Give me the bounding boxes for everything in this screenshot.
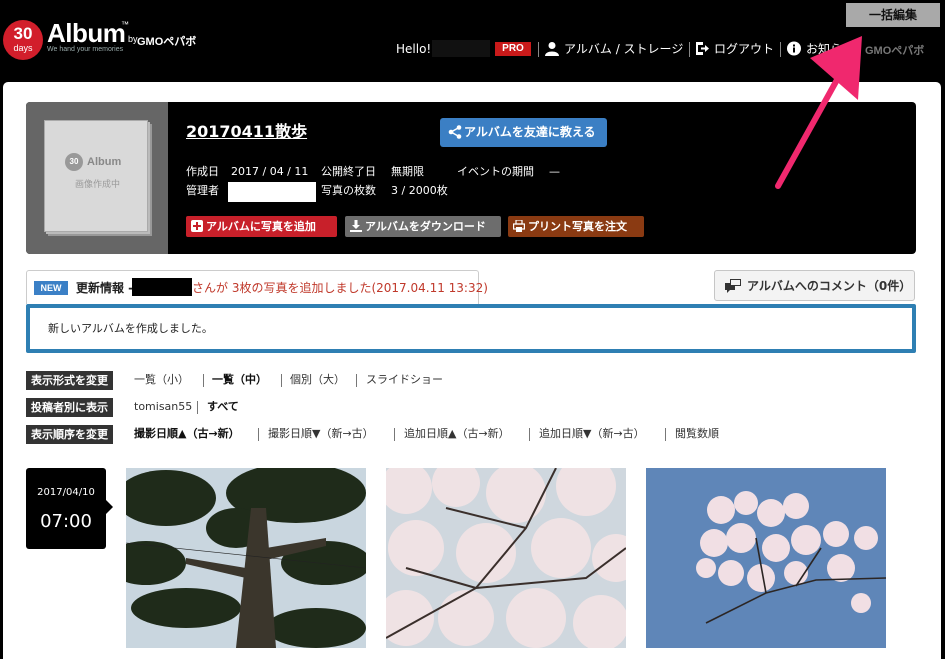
- sort-view-count[interactable]: 閲覧数順: [675, 427, 719, 441]
- download-icon: [350, 220, 362, 232]
- option-divider: [529, 428, 530, 441]
- share-button-label: アルバムを友達に教える: [464, 125, 596, 139]
- album-cover[interactable]: 30 Album 画像作成中: [44, 120, 148, 232]
- public-end-label: 公開終了日: [321, 165, 376, 178]
- photo-count-label: 写真の枚数: [321, 184, 376, 197]
- add-photos-button[interactable]: アルバムに写真を追加: [186, 216, 337, 237]
- order-prints-button[interactable]: プリント写真を注文: [508, 216, 644, 237]
- option-divider: [197, 401, 198, 414]
- logo-days-word: days: [13, 43, 33, 53]
- hello-text: Hello!: [396, 42, 432, 56]
- update-info-label: 更新情報 -: [76, 281, 134, 295]
- event-period-label: イベントの期間: [457, 165, 534, 178]
- timeline-pointer: [106, 500, 113, 514]
- bulk-edit-button[interactable]: 一括編集: [846, 3, 940, 27]
- comments-icon: [725, 279, 741, 293]
- sort-shot-date-asc[interactable]: 撮影日順▲（古→新）: [134, 427, 240, 441]
- photo-thumbnail-cherry-2[interactable]: [646, 468, 886, 648]
- by-poster-label: 投稿者別に表示: [26, 398, 113, 417]
- admin-label: 管理者: [186, 184, 219, 197]
- option-divider: [356, 374, 357, 387]
- username-redacted: [432, 40, 490, 57]
- poster-tomisan55[interactable]: tomisan55: [134, 400, 192, 414]
- timeline-time: 07:00: [40, 511, 92, 532]
- logo-days-number: 30: [13, 24, 33, 43]
- sort-shot-date-desc[interactable]: 撮影日順▼（新→古）: [268, 427, 374, 441]
- option-divider: [394, 428, 395, 441]
- highlight-arrow-icon: [775, 36, 862, 189]
- album-comments-button[interactable]: アルバムへのコメント（0件）: [714, 270, 915, 301]
- photo-cherry-2-image: [646, 468, 886, 648]
- sort-added-date-desc[interactable]: 追加日順▼（新→古）: [539, 427, 645, 441]
- logo-company: GMOペパボ: [137, 36, 197, 48]
- download-album-label: アルバムをダウンロード: [365, 220, 486, 233]
- nav-logout[interactable]: ログアウト: [714, 40, 774, 58]
- photo-count-value: 3 / 2000枚: [391, 184, 448, 197]
- nav-album-storage[interactable]: アルバム / ストレージ: [564, 40, 683, 58]
- cover-logo-badge: 30: [65, 153, 83, 171]
- nav-divider: [689, 42, 690, 57]
- share-with-friends-button[interactable]: アルバムを友達に教える: [440, 118, 607, 147]
- cover-subtitle: 画像作成中: [75, 180, 121, 190]
- display-format-label: 表示形式を変更: [26, 371, 113, 390]
- user-icon: [545, 42, 559, 56]
- logout-icon: [696, 42, 709, 55]
- logo-tagline: We hand your memories: [47, 46, 124, 53]
- logo-wordmark[interactable]: Album: [47, 18, 126, 48]
- pro-badge: PRO: [495, 42, 531, 56]
- sort-order-label: 表示順序を変更: [26, 425, 113, 444]
- display-list-medium[interactable]: 一覧（中）: [212, 373, 267, 387]
- display-individual-large[interactable]: 個別（大）: [290, 373, 345, 387]
- option-divider: [281, 374, 282, 387]
- display-list-small[interactable]: 一覧（小）: [134, 373, 189, 387]
- printer-icon: [513, 220, 525, 232]
- update-user-redacted: [132, 278, 192, 296]
- download-album-button[interactable]: アルバムをダウンロード: [345, 216, 501, 237]
- update-message: 新しいアルバムを作成しました。: [48, 322, 213, 335]
- update-message-box: 新しいアルバムを作成しました。: [26, 304, 916, 353]
- album-title[interactable]: 20170411散歩: [186, 122, 307, 142]
- timeline-date: 2017/04/10: [37, 487, 95, 498]
- album-comments-label: アルバムへのコメント（0件）: [747, 279, 912, 293]
- display-slideshow[interactable]: スライドショー: [366, 373, 443, 387]
- logo-badge[interactable]: 30 days: [3, 20, 43, 60]
- created-value: 2017 / 04 / 11: [231, 165, 309, 178]
- photo-thumbnail-cherry-1[interactable]: [386, 468, 626, 648]
- cover-logo: 30 Album: [65, 153, 127, 171]
- option-divider: [665, 428, 666, 441]
- option-divider: [258, 428, 259, 441]
- timeline-date-card: 2017/04/10 07:00: [26, 468, 106, 549]
- new-badge: NEW: [34, 281, 68, 295]
- update-info-text[interactable]: さんが 3枚の写真を追加しました(2017.04.11 13:32): [192, 280, 488, 296]
- public-end-value: 無期限: [391, 165, 424, 178]
- photo-cherry-1-image: [386, 468, 626, 648]
- add-photos-label: アルバムに写真を追加: [206, 220, 316, 233]
- sort-added-date-asc[interactable]: 追加日順▲（古→新）: [404, 427, 510, 441]
- option-divider: [203, 374, 204, 387]
- plus-icon: [191, 220, 203, 232]
- cover-logo-word: Album: [87, 156, 122, 168]
- event-period-value: —: [549, 165, 560, 178]
- nav-divider: [538, 42, 539, 57]
- created-label: 作成日: [186, 165, 219, 178]
- poster-all[interactable]: すべて: [207, 400, 239, 414]
- admin-name-redacted: [228, 182, 316, 202]
- photo-thumbnail-pine[interactable]: [126, 468, 366, 648]
- order-prints-label: プリント写真を注文: [528, 220, 627, 233]
- photo-pine-image: [126, 468, 366, 648]
- share-icon: [448, 125, 462, 139]
- logo-trademark: ™: [121, 20, 129, 29]
